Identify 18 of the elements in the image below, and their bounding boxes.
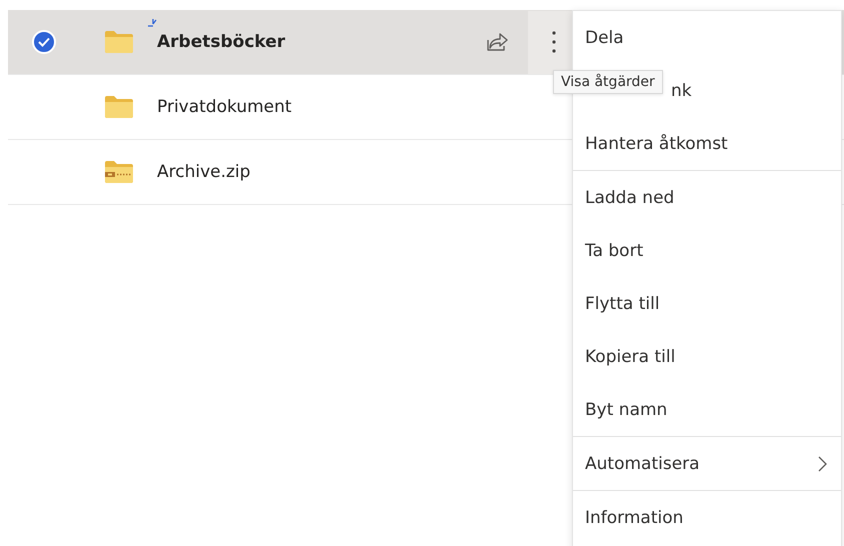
folder-icon xyxy=(104,31,132,53)
menu-item[interactable]: Ta bort xyxy=(573,224,841,277)
menu-item[interactable]: Kopiera till xyxy=(573,330,841,383)
file-name[interactable]: Arbetsböcker xyxy=(157,32,286,52)
folder-icon xyxy=(104,96,132,118)
tooltip: Visa åtgärder xyxy=(553,70,663,94)
checkmark-icon[interactable] xyxy=(32,30,56,54)
menu-item[interactable]: Dela xyxy=(573,11,841,64)
file-name[interactable]: Archive.zip xyxy=(157,162,250,182)
zipped-folder-icon xyxy=(104,161,132,183)
more-icon xyxy=(552,31,556,53)
share-icon xyxy=(486,32,510,52)
menu-item[interactable]: Information xyxy=(573,491,841,544)
menu-item[interactable]: Byt namn xyxy=(573,383,841,436)
menu-item[interactable]: nk xyxy=(671,80,692,100)
menu-item[interactable]: Flytta till xyxy=(573,277,841,330)
file-name[interactable]: Privatdokument xyxy=(157,97,292,117)
menu-item[interactable]: Automatisera xyxy=(573,437,841,490)
